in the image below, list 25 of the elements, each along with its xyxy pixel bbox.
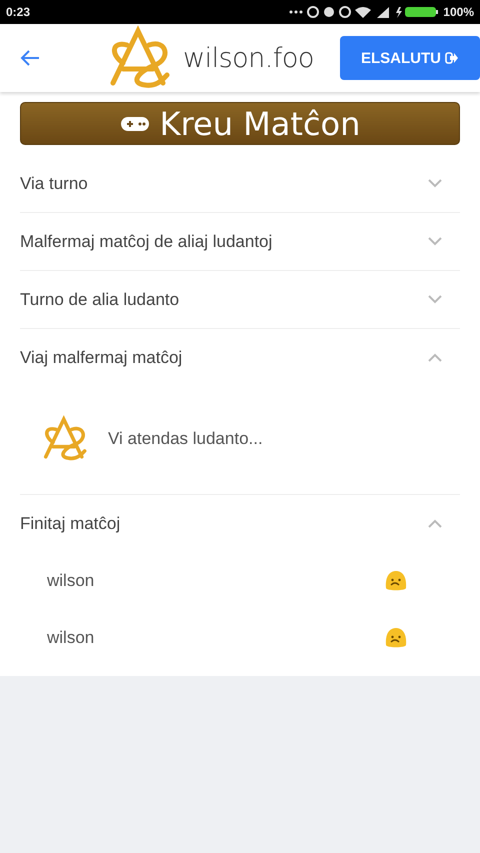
match-row[interactable]: wilson [20, 609, 460, 666]
section-header[interactable]: Turno de alia ludanto [20, 271, 460, 328]
wifi-icon [355, 6, 372, 18]
chevron-down-icon [428, 237, 442, 246]
chevron-up-icon [428, 519, 442, 528]
waiting-message: Vi atendas ludanto... [108, 428, 263, 448]
signal-icon [375, 5, 392, 19]
chevron-down-icon [428, 295, 442, 304]
chevron-down-icon [428, 179, 442, 188]
logout-button[interactable]: ELSALUTU [340, 36, 480, 80]
create-match-button[interactable]: Kreu Matĉon [20, 102, 460, 145]
site-name: wilson.foo [183, 42, 314, 74]
section-header[interactable]: Finitaj matĉoj [20, 495, 460, 552]
logout-icon [445, 52, 459, 64]
battery-percent: 100% [443, 5, 474, 19]
back-arrow-icon [19, 49, 41, 67]
chevron-up-icon [428, 353, 442, 362]
battery-icon [395, 5, 440, 19]
section-header[interactable]: Via turno [20, 155, 460, 212]
gamepad-icon [120, 114, 150, 132]
section-header[interactable]: Malfermaj matĉoj de aliaj ludantoj [20, 213, 460, 270]
clock-time: 0:23 [6, 5, 30, 19]
more-icon [289, 10, 304, 14]
section-header[interactable]: Viaj malfermaj matĉoj [20, 329, 460, 386]
match-row[interactable]: wilson [20, 552, 460, 609]
